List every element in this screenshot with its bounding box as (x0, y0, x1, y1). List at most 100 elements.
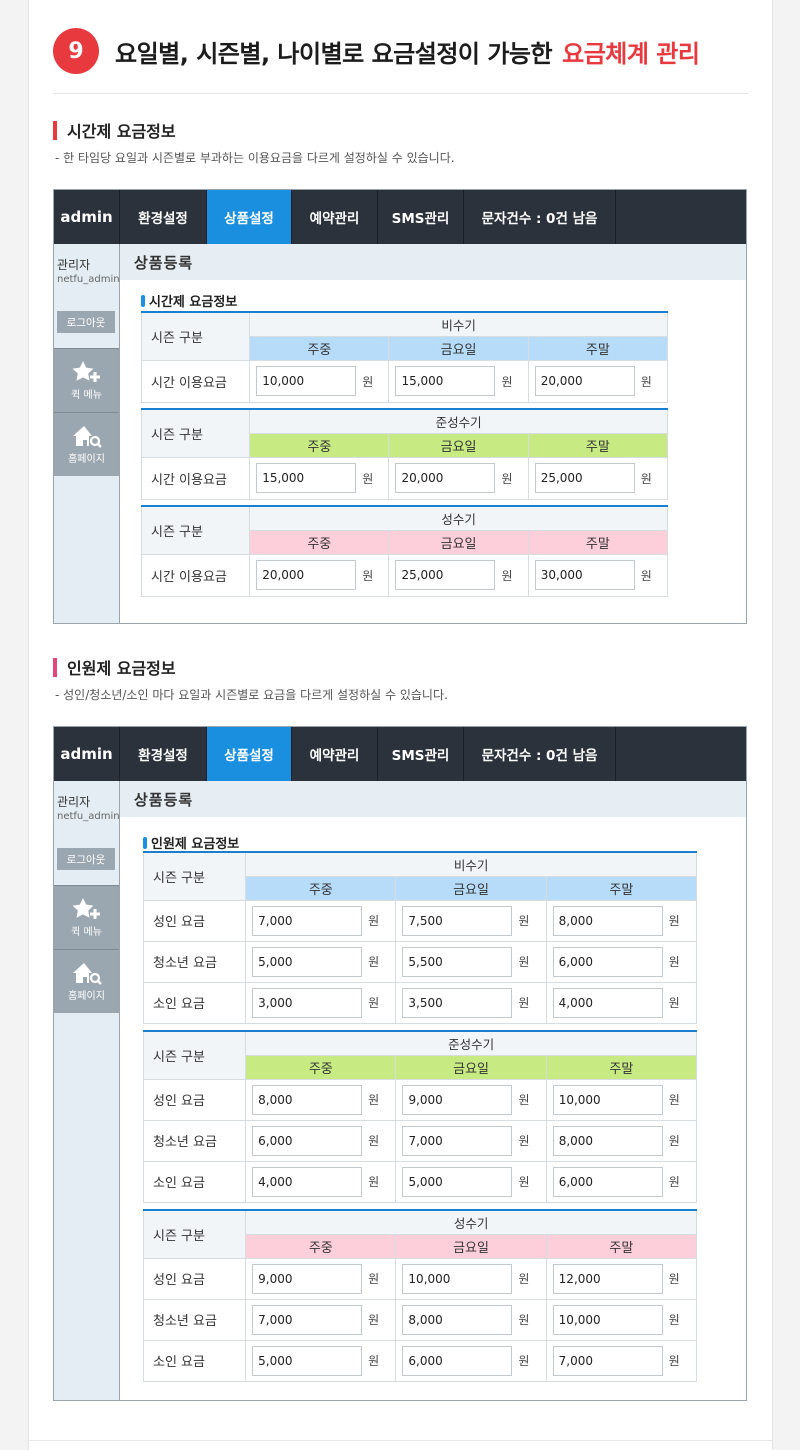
fee-input[interactable] (256, 560, 357, 590)
fee-input[interactable] (552, 1304, 663, 1335)
admin-top-nav: admin 환경설정 상품설정 예약관리 SMS관리 문자건수 : 0건 남음 (54, 727, 746, 781)
nav-settings[interactable]: 환경설정 (120, 727, 207, 781)
fee-input[interactable] (252, 1084, 363, 1115)
won-unit: 원 (501, 374, 513, 389)
title-dot (141, 294, 145, 307)
fee-input[interactable] (256, 366, 357, 396)
won-unit: 원 (368, 996, 380, 1010)
won-unit: 원 (668, 1093, 680, 1107)
fee-input[interactable] (552, 1263, 663, 1294)
fee-input[interactable] (552, 1345, 663, 1376)
fee-input[interactable] (252, 1304, 363, 1335)
sidebar-user-id: netfu_admin (57, 274, 120, 285)
won-unit: 원 (668, 1354, 680, 1368)
day-friday: 금요일 (395, 875, 547, 901)
person-fee-description: - 성인/청소년/소인 마다 요일과 시즌별로 요금을 다르게 설정하실 수 있… (55, 688, 448, 702)
fee-input[interactable] (552, 1166, 663, 1197)
section-number-badge: 9 (53, 28, 99, 74)
fee-input[interactable] (402, 946, 513, 977)
day-weekday: 주중 (249, 529, 390, 555)
content-title: 상품등록 (120, 781, 746, 817)
logout-button[interactable]: 로그아웃 (57, 848, 115, 870)
star-plus-icon (72, 898, 100, 919)
fee-input[interactable] (552, 905, 663, 936)
fee-input[interactable] (256, 463, 357, 493)
day-weekend: 주말 (545, 1054, 698, 1080)
day-weekday: 주중 (249, 335, 390, 361)
fee-row-label: 성인 요금 (142, 1078, 247, 1121)
fee-input[interactable] (552, 987, 663, 1018)
nav-product-settings[interactable]: 상품설정 (207, 190, 292, 244)
nav-sms-count: 문자건수 : 0건 남음 (464, 727, 616, 781)
won-unit: 원 (362, 568, 374, 583)
homepage-button[interactable]: 홈페이지 (54, 412, 119, 476)
homepage-button[interactable]: 홈페이지 (54, 949, 119, 1013)
fee-input[interactable] (534, 560, 635, 590)
nav-sms[interactable]: SMS관리 (378, 727, 464, 781)
fee-input[interactable] (252, 1166, 363, 1197)
won-unit: 원 (640, 568, 652, 583)
fee-row-label: 성인 요금 (142, 899, 247, 942)
fee-input[interactable] (552, 1084, 663, 1115)
day-friday: 금요일 (388, 432, 529, 458)
season-column-label: 시즌 구분 (142, 1030, 247, 1080)
fee-input[interactable] (552, 1125, 663, 1156)
quick-menu-button[interactable]: 퀵 메뉴 (54, 348, 119, 412)
time-fee-box-title: 시간제 요금정보 (141, 291, 237, 310)
fee-input[interactable] (534, 366, 635, 396)
won-unit: 원 (368, 1313, 380, 1327)
fee-input[interactable] (252, 946, 363, 977)
nav-sms[interactable]: SMS관리 (378, 190, 464, 244)
fee-input[interactable] (402, 1263, 513, 1294)
fee-input[interactable] (402, 1084, 513, 1115)
logout-button[interactable]: 로그아웃 (57, 311, 115, 333)
section-title-main: 요일별, 시즌별, 나이별로 요금설정이 가능한 (115, 39, 553, 68)
nav-settings[interactable]: 환경설정 (120, 190, 207, 244)
fee-row-label: 시간 이용요금 (140, 456, 251, 500)
admin-panel-time: admin 환경설정 상품설정 예약관리 SMS관리 문자건수 : 0건 남음 관리자 net… (53, 189, 747, 624)
fee-input[interactable] (252, 1263, 363, 1294)
home-search-icon (72, 426, 102, 448)
won-unit: 원 (368, 1354, 380, 1368)
fee-input[interactable] (402, 1166, 513, 1197)
nav-reservations[interactable]: 예약관리 (292, 727, 378, 781)
nav-product-settings[interactable]: 상품설정 (207, 727, 292, 781)
fee-input[interactable] (395, 560, 496, 590)
fee-input[interactable] (402, 1304, 513, 1335)
fee-input[interactable] (552, 946, 663, 977)
won-unit: 원 (668, 1175, 680, 1189)
fee-input[interactable] (402, 1345, 513, 1376)
fee-input[interactable] (402, 1125, 513, 1156)
won-unit: 원 (640, 471, 652, 486)
won-unit: 원 (501, 471, 513, 486)
won-unit: 원 (518, 996, 530, 1010)
nav-reservations[interactable]: 예약관리 (292, 190, 378, 244)
fee-table: 시즌 구분준성수기주중금요일주말성인 요금원원원청소년 요금원원원소인 요금원원… (142, 1030, 698, 1203)
divider (53, 93, 748, 94)
fee-input[interactable] (402, 987, 513, 1018)
fee-input[interactable] (252, 1125, 363, 1156)
fee-input[interactable] (395, 366, 496, 396)
quick-menu-label: 퀵 메뉴 (71, 390, 102, 401)
time-fee-description: - 한 타임당 요일과 시즌별로 부과하는 이용요금을 다르게 설정하실 수 있… (55, 151, 455, 165)
day-weekday: 주중 (245, 875, 397, 901)
fee-row-label: 소인 요금 (142, 1160, 247, 1203)
day-friday: 금요일 (388, 529, 529, 555)
fee-input[interactable] (252, 905, 363, 936)
title-dot (143, 836, 147, 849)
homepage-label: 홈페이지 (68, 991, 105, 1002)
quick-menu-button[interactable]: 퀵 메뉴 (54, 885, 119, 949)
fee-input[interactable] (402, 905, 513, 936)
won-unit: 원 (668, 914, 680, 928)
heading-bar (53, 120, 57, 140)
fee-input[interactable] (252, 1345, 363, 1376)
won-unit: 원 (518, 1272, 530, 1286)
won-unit: 원 (368, 1272, 380, 1286)
fee-input[interactable] (534, 463, 635, 493)
fee-input[interactable] (395, 463, 496, 493)
fee-row-label: 청소년 요금 (142, 940, 247, 983)
content-title: 상품등록 (120, 244, 746, 280)
fee-row-label: 시간 이용요금 (140, 553, 251, 597)
fee-input[interactable] (252, 987, 363, 1018)
day-weekday: 주중 (249, 432, 390, 458)
